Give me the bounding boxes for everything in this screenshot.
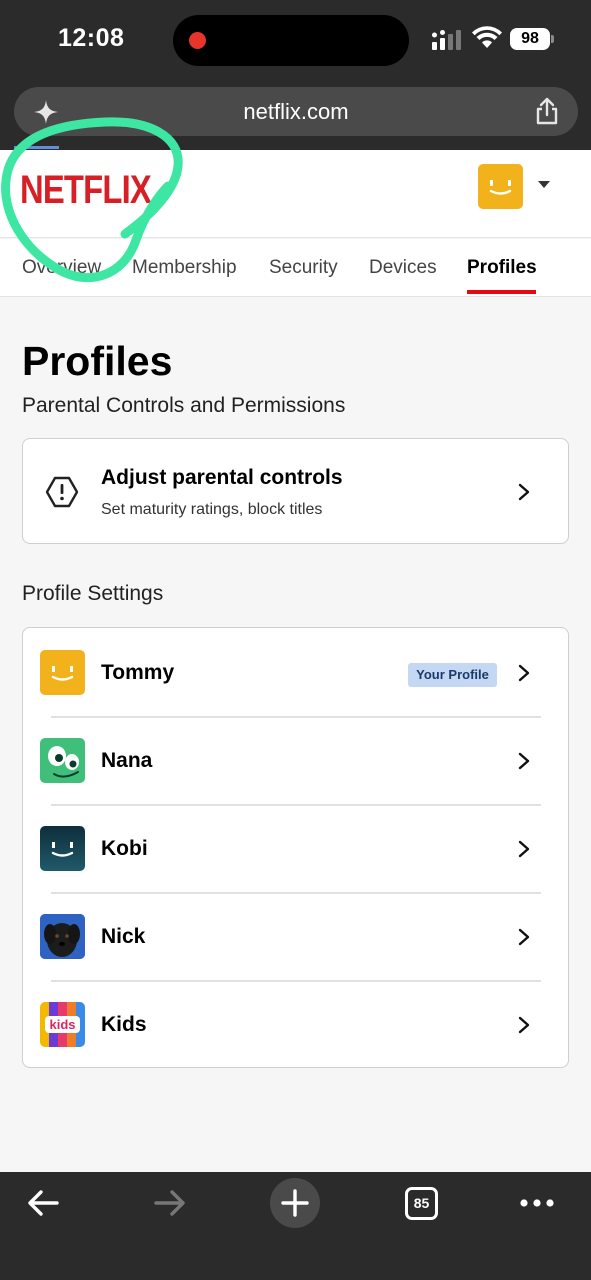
status-time: 12:08 bbox=[58, 24, 125, 52]
dog-photo-avatar bbox=[40, 914, 85, 959]
profile-row-kids[interactable]: kids Kids bbox=[23, 980, 568, 1068]
battery-tip bbox=[551, 35, 554, 43]
dynamic-island bbox=[173, 15, 409, 66]
browser-address-area: netflix.com bbox=[0, 80, 591, 150]
recording-indicator-icon bbox=[189, 32, 206, 49]
more-options-icon[interactable] bbox=[520, 1198, 554, 1208]
wifi-icon bbox=[472, 26, 502, 48]
chevron-right-icon bbox=[518, 483, 530, 501]
profile-row-tommy[interactable]: Tommy Your Profile bbox=[23, 628, 568, 716]
profile-name: Nick bbox=[101, 925, 146, 948]
smile-icon bbox=[489, 180, 512, 195]
address-bar[interactable]: netflix.com bbox=[14, 87, 578, 136]
profile-row-nick[interactable]: Nick bbox=[23, 892, 568, 980]
account-avatar[interactable] bbox=[478, 164, 523, 209]
account-tabs: Overview Membership Security Devices Pro… bbox=[0, 239, 591, 297]
tab-profiles[interactable]: Profiles bbox=[467, 257, 537, 279]
back-arrow-icon[interactable] bbox=[26, 1188, 60, 1218]
page-load-progress bbox=[14, 146, 59, 149]
parental-controls-subtitle: Set maturity ratings, block titles bbox=[101, 501, 323, 518]
svg-text:kids: kids bbox=[49, 1017, 75, 1032]
profile-name: Nana bbox=[101, 749, 153, 772]
tab-overview[interactable]: Overview bbox=[22, 257, 101, 279]
chevron-right-icon bbox=[518, 928, 530, 946]
profile-name: Tommy bbox=[101, 661, 175, 684]
parental-controls-card[interactable]: Adjust parental controls Set maturity ra… bbox=[22, 438, 569, 544]
browser-toolbar: 85 bbox=[0, 1172, 591, 1280]
chevron-right-icon bbox=[518, 664, 530, 682]
profile-row-kobi[interactable]: Kobi bbox=[23, 804, 568, 892]
cellular-signal-icon bbox=[432, 30, 461, 50]
tab-switcher-button[interactable]: 85 bbox=[405, 1187, 438, 1220]
green-creature-avatar bbox=[40, 738, 85, 783]
profile-name: Kids bbox=[101, 1013, 147, 1036]
netflix-logo[interactable]: NETFLIX bbox=[20, 168, 152, 213]
chevron-right-icon bbox=[518, 840, 530, 858]
page-title: Profiles bbox=[22, 338, 173, 384]
forward-arrow-icon[interactable] bbox=[153, 1188, 187, 1218]
share-icon[interactable] bbox=[534, 97, 560, 125]
parental-controls-title: Adjust parental controls bbox=[101, 466, 343, 489]
plus-icon bbox=[281, 1189, 309, 1217]
profiles-card: Tommy Your Profile Nana Kobi Nick kids K… bbox=[22, 627, 569, 1068]
status-bar: 12:08 98 bbox=[0, 0, 591, 80]
yellow-smile-avatar bbox=[40, 650, 85, 695]
account-menu-caret-icon[interactable] bbox=[538, 181, 550, 188]
your-profile-badge: Your Profile bbox=[408, 663, 497, 687]
teal-smile-avatar bbox=[40, 826, 85, 871]
url-text[interactable]: netflix.com bbox=[14, 99, 578, 125]
tab-devices[interactable]: Devices bbox=[369, 257, 437, 279]
profile-row-nana[interactable]: Nana bbox=[23, 716, 568, 804]
kids-avatar: kids bbox=[40, 1002, 85, 1047]
page-subtitle: Parental Controls and Permissions bbox=[22, 394, 346, 417]
chevron-right-icon bbox=[518, 1016, 530, 1034]
new-tab-button[interactable] bbox=[270, 1178, 320, 1228]
active-tab-indicator bbox=[467, 290, 536, 294]
profile-settings-label: Profile Settings bbox=[22, 582, 164, 605]
chevron-right-icon bbox=[518, 752, 530, 770]
warning-hexagon-icon bbox=[45, 476, 79, 508]
tab-membership[interactable]: Membership bbox=[132, 257, 237, 279]
battery-indicator: 98 bbox=[510, 28, 550, 50]
tab-security[interactable]: Security bbox=[269, 257, 338, 279]
profile-name: Kobi bbox=[101, 837, 148, 860]
